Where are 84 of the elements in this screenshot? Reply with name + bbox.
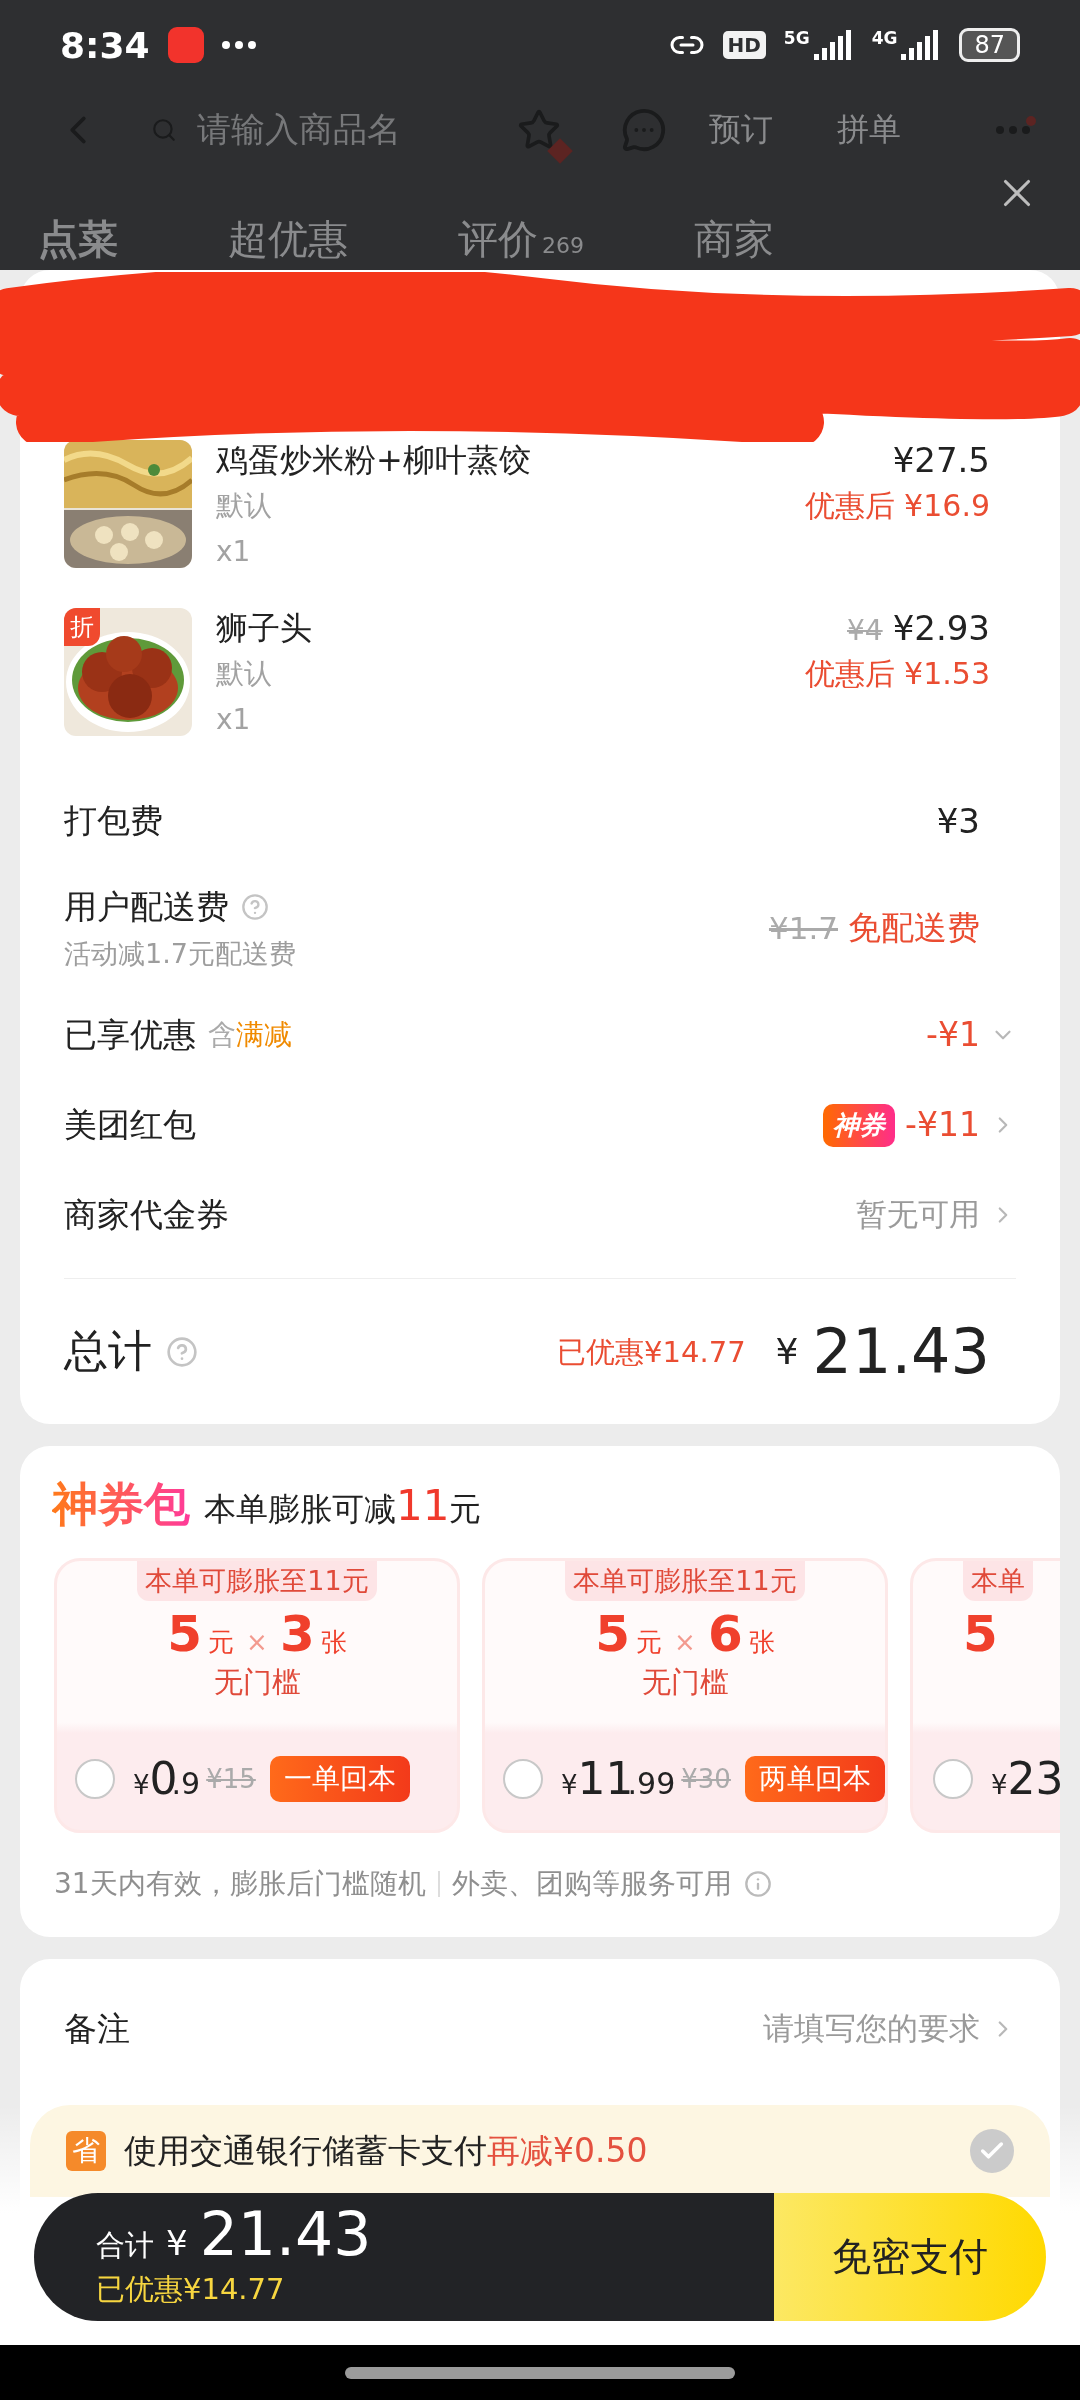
item-price: ¥2.93 bbox=[892, 608, 990, 648]
discount-tag: 满减 bbox=[236, 1016, 292, 1054]
hd-indicator: HD bbox=[722, 31, 766, 59]
tab[interactable]: 评价 269 bbox=[458, 215, 584, 270]
discount-value: -¥11 bbox=[905, 1105, 980, 1145]
fee-value: ¥3 bbox=[936, 801, 980, 841]
coupon-amount: 5 元 × 6 张 bbox=[595, 1605, 775, 1663]
more-icon[interactable] bbox=[996, 126, 1030, 134]
voucher-status: 暂无可用 bbox=[856, 1195, 980, 1234]
saved-amount: 已优惠¥14.77 bbox=[557, 1333, 746, 1371]
discount-badge: 折 bbox=[64, 608, 100, 646]
nav-action[interactable]: 拼单 bbox=[837, 108, 901, 152]
app-icon bbox=[167, 27, 204, 63]
coupon-condition: 无门槛 bbox=[641, 1664, 729, 1701]
coupon-badge: 神券 bbox=[823, 1103, 896, 1147]
currency-symbol: ¥ bbox=[166, 2223, 188, 2263]
more-icon bbox=[221, 41, 256, 49]
row-label: 打包费 bbox=[64, 799, 163, 842]
item-price: ¥27.5 bbox=[892, 440, 990, 480]
bank-offer-text: 使用交通银行储蓄卡支付再减¥0.50 bbox=[124, 2129, 649, 2172]
row-label: 备注 bbox=[64, 2007, 131, 2050]
total-amount: 21.43 bbox=[812, 1320, 990, 1383]
coupon-amount: 5 bbox=[963, 1605, 998, 1663]
search-field[interactable]: 请输入商品名 bbox=[197, 107, 497, 153]
remark-link[interactable]: 请填写您的要求 bbox=[763, 2008, 980, 2050]
payback-tag: 两单回本 bbox=[744, 1755, 885, 1802]
original-price: ¥15 bbox=[206, 1763, 256, 1794]
row-note: 活动减1.7元配送费 bbox=[64, 936, 297, 971]
radio-button[interactable] bbox=[503, 1758, 543, 1799]
coupon-ribbon: 本单可膨胀至11元 bbox=[137, 1561, 377, 1601]
original-price: ¥4 bbox=[847, 614, 883, 647]
tab[interactable]: 超优惠 bbox=[228, 215, 348, 263]
tab[interactable]: 商家 bbox=[694, 215, 774, 263]
coupon-price: ¥0.9 bbox=[133, 1753, 201, 1804]
network-label: 5G bbox=[783, 28, 810, 48]
tab[interactable]: 点菜 bbox=[38, 215, 118, 263]
coupon-price: ¥11.99 bbox=[561, 1753, 676, 1804]
savings-icon: 省 bbox=[66, 2131, 106, 2171]
coupon-pack-subtitle: 本单膨胀可减11元 bbox=[204, 1481, 482, 1532]
item-spec: 默认 bbox=[216, 488, 273, 524]
coupon-amount: 5 元 × 3 张 bbox=[167, 1605, 347, 1663]
home-indicator[interactable] bbox=[345, 2366, 735, 2379]
signal-icon bbox=[813, 30, 854, 60]
info-icon[interactable] bbox=[743, 1870, 772, 1898]
coupon-note: 外卖、团购等服务可用 bbox=[451, 1866, 732, 1902]
coupon-note: 31天内有效，膨胀后门槛随机 bbox=[54, 1866, 426, 1902]
pay-button[interactable]: 免密支付 bbox=[774, 2193, 1046, 2321]
radio-button[interactable] bbox=[75, 1758, 115, 1799]
discounted-price: 优惠后 ¥1.53 bbox=[804, 655, 990, 693]
coupon-price: ¥23 bbox=[991, 1753, 1060, 1804]
status-time: 8:34 bbox=[60, 24, 150, 66]
tag-prefix: 含 bbox=[208, 1017, 236, 1053]
row-label: 美团红包 bbox=[64, 1103, 196, 1146]
total-amount: 21.43 bbox=[199, 2204, 372, 2264]
coupon-ribbon: 本单 bbox=[963, 1561, 1033, 1601]
coupon-card[interactable]: 本单 5 ¥23 bbox=[910, 1558, 1060, 1833]
payback-tag: 一单回本 bbox=[269, 1755, 410, 1802]
discount-value: -¥1 bbox=[926, 1015, 980, 1055]
saved-amount: 已优惠¥14.77 bbox=[96, 2271, 286, 2308]
item-name: 狮子头 bbox=[216, 608, 313, 648]
help-icon[interactable] bbox=[166, 1335, 198, 1368]
battery-indicator: 87 bbox=[959, 28, 1020, 62]
nav-action[interactable]: 预订 bbox=[709, 108, 773, 152]
coupon-condition: 无门槛 bbox=[213, 1664, 301, 1701]
help-icon[interactable] bbox=[241, 893, 269, 921]
row-label: 已享优惠 bbox=[64, 1013, 196, 1056]
currency-symbol: ¥ bbox=[775, 1331, 799, 1372]
original-price: ¥30 bbox=[681, 1763, 731, 1794]
item-spec: 默认 bbox=[216, 656, 273, 692]
network-label: 4G bbox=[871, 28, 898, 48]
discounted-price: 优惠后 ¥16.9 bbox=[804, 487, 990, 525]
original-fee: ¥1.7 bbox=[768, 910, 838, 946]
item-quantity: x1 bbox=[216, 534, 252, 570]
coupon-ribbon: 本单可膨胀至11元 bbox=[565, 1561, 805, 1601]
check-icon[interactable] bbox=[970, 2129, 1014, 2173]
notification-dot bbox=[1026, 116, 1036, 126]
fee-value: 免配送费 bbox=[848, 908, 980, 948]
total-label: 总计 bbox=[64, 1324, 152, 1378]
radio-button[interactable] bbox=[933, 1758, 973, 1799]
item-quantity: x1 bbox=[216, 702, 252, 738]
row-label: 商家代金券 bbox=[64, 1193, 229, 1236]
row-label: 用户配送费 bbox=[64, 885, 229, 928]
item-name: 鸡蛋炒米粉+柳叶蒸饺 bbox=[216, 440, 532, 480]
total-label: 合计 bbox=[96, 2227, 154, 2264]
